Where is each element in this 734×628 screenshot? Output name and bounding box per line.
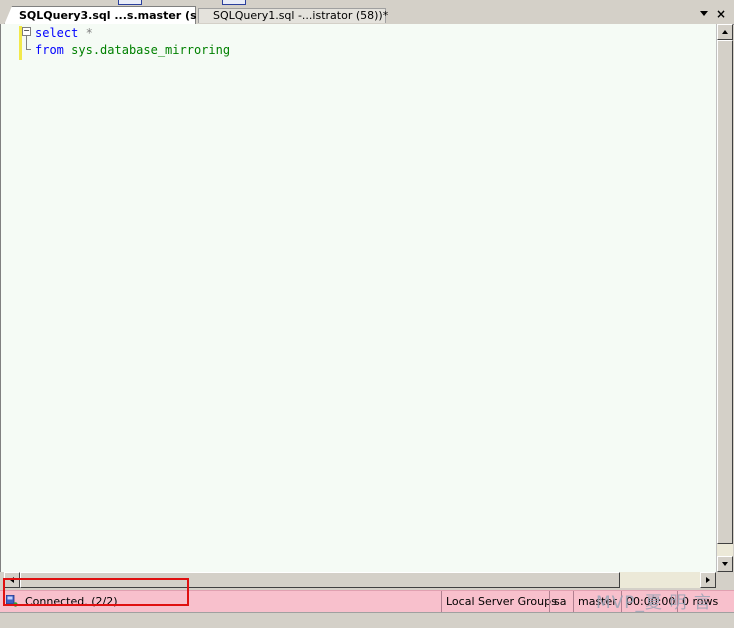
code-line-2: from sys.database_mirroring <box>35 43 230 57</box>
arrow-up-icon <box>722 30 728 34</box>
scroll-up-button[interactable] <box>717 24 733 40</box>
code-line-1: select * <box>35 26 93 40</box>
collapse-icon[interactable]: − <box>22 27 31 36</box>
keyword-from: from <box>35 43 64 57</box>
chevron-down-icon[interactable] <box>700 11 708 16</box>
server-group: Local Server Groups <box>441 591 557 613</box>
editor-gutter <box>1 24 21 572</box>
tab-sqlquery3[interactable]: SQLQuery3.sql ...s.master (sa)* <box>4 6 196 25</box>
scrollbar-corner <box>716 572 734 588</box>
operator-star: * <box>85 26 93 40</box>
fold-line <box>26 36 27 49</box>
sql-code[interactable]: select * from sys.database_mirroring <box>35 25 230 59</box>
keyword-select: select <box>35 26 79 40</box>
vertical-scrollbar[interactable] <box>716 24 733 572</box>
arrow-right-icon <box>706 577 710 583</box>
scroll-down-button[interactable] <box>717 556 733 572</box>
scroll-right-button[interactable] <box>700 572 716 588</box>
login-user: sa <box>549 591 573 613</box>
object-name: sys.database_mirroring <box>71 43 231 57</box>
query-editor[interactable]: − select * from sys.database_mirroring <box>0 24 717 572</box>
fold-end <box>26 49 31 50</box>
toolbar-icon[interactable] <box>118 0 142 5</box>
app-status-bar <box>0 612 734 628</box>
tab-sqlquery1[interactable]: SQLQuery1.sql -...istrator (58))* <box>198 8 388 23</box>
vertical-scroll-thumb[interactable] <box>717 40 733 544</box>
watermark: MVP_夏 明 言 <box>596 593 712 613</box>
annotation-highlight <box>3 578 189 606</box>
document-tab-strip: SQLQuery3.sql ...s.master (sa)* SQLQuery… <box>0 6 734 25</box>
close-icon[interactable]: × <box>716 7 726 21</box>
toolbar-icon[interactable] <box>222 0 246 5</box>
arrow-down-icon <box>722 562 728 566</box>
